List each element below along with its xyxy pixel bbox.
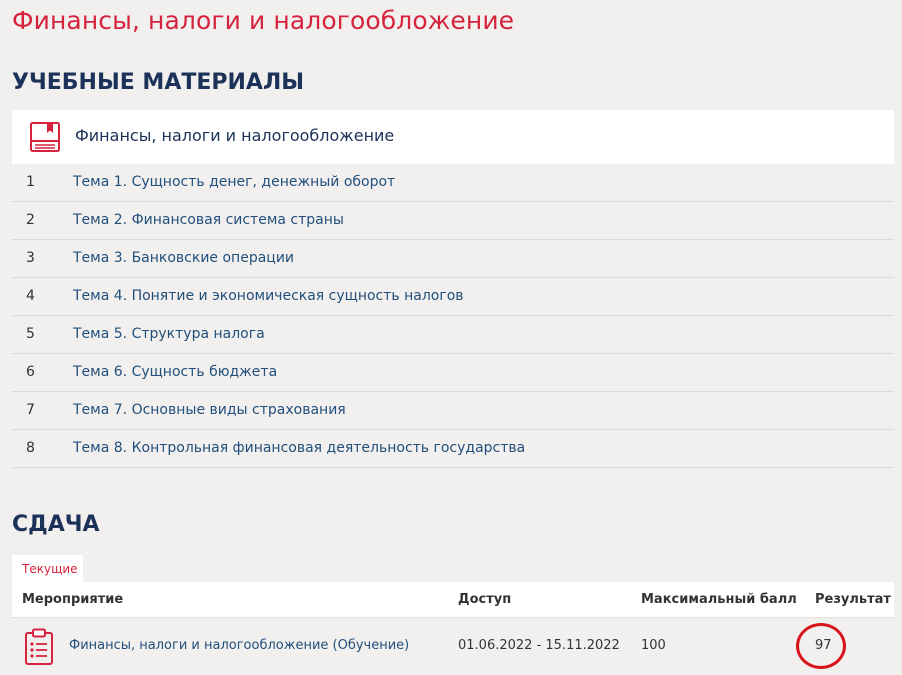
topic-number: 6 [26, 364, 35, 380]
topic-link[interactable]: Тема 1. Сущность денег, денежный оборот [73, 174, 395, 190]
topic-row[interactable]: 8 Тема 8. Контрольная финансовая деятель… [12, 430, 894, 468]
topic-row[interactable]: 1 Тема 1. Сущность денег, денежный оборо… [12, 164, 894, 202]
column-header-result[interactable]: Результат [815, 592, 891, 607]
topic-number: 3 [26, 250, 35, 266]
topic-row[interactable]: 3 Тема 3. Банковские операции [12, 240, 894, 278]
topic-row[interactable]: 4 Тема 4. Понятие и экономическая сущнос… [12, 278, 894, 316]
topic-link[interactable]: Тема 5. Структура налога [73, 326, 265, 342]
topic-list: 1 Тема 1. Сущность денег, денежный оборо… [12, 164, 894, 468]
topic-number: 1 [26, 174, 35, 190]
event-link[interactable]: Финансы, налоги и налогообложение (Обуче… [69, 638, 409, 653]
topic-number: 4 [26, 288, 35, 304]
clipboard-list-icon [25, 628, 53, 665]
column-header-event[interactable]: Мероприятие [22, 592, 123, 607]
table-header: Мероприятие Доступ Максимальный балл Рез… [12, 582, 894, 618]
topic-number: 2 [26, 212, 35, 228]
topic-row[interactable]: 6 Тема 6. Сущность бюджета [12, 354, 894, 392]
tab-current[interactable]: Текущие [12, 555, 83, 582]
topic-row[interactable]: 2 Тема 2. Финансовая система страны [12, 202, 894, 240]
topic-number: 7 [26, 402, 35, 418]
table-row: Финансы, налоги и налогообложение (Обуче… [12, 618, 894, 675]
result-value: 97 [815, 638, 832, 653]
page: Финансы, налоги и налогообложение УЧЕБНЫ… [0, 0, 902, 675]
page-title: Финансы, налоги и налогообложение [12, 6, 515, 35]
materials-heading: УЧЕБНЫЕ МАТЕРИАЛЫ [12, 70, 305, 95]
topic-row[interactable]: 5 Тема 5. Структура налога [12, 316, 894, 354]
submission-heading: СДАЧА [12, 512, 100, 537]
topic-link[interactable]: Тема 6. Сущность бюджета [73, 364, 277, 380]
topic-link[interactable]: Тема 7. Основные виды страхования [73, 402, 346, 418]
book-icon [30, 122, 60, 152]
topic-row[interactable]: 7 Тема 7. Основные виды страхования [12, 392, 894, 430]
column-header-access[interactable]: Доступ [458, 592, 511, 607]
topic-link[interactable]: Тема 8. Контрольная финансовая деятельно… [73, 440, 525, 456]
course-title: Финансы, налоги и налогообложение [75, 126, 395, 145]
max-score-value: 100 [641, 638, 666, 653]
topic-link[interactable]: Тема 4. Понятие и экономическая сущность… [73, 288, 464, 304]
topic-link[interactable]: Тема 3. Банковские операции [73, 250, 294, 266]
course-card[interactable]: Финансы, налоги и налогообложение [12, 110, 894, 164]
topic-number: 8 [26, 440, 35, 456]
column-header-max-score[interactable]: Максимальный балл [641, 592, 797, 607]
access-period: 01.06.2022 - 15.11.2022 [458, 638, 620, 653]
topic-link[interactable]: Тема 2. Финансовая система страны [73, 212, 344, 228]
topic-number: 5 [26, 326, 35, 342]
